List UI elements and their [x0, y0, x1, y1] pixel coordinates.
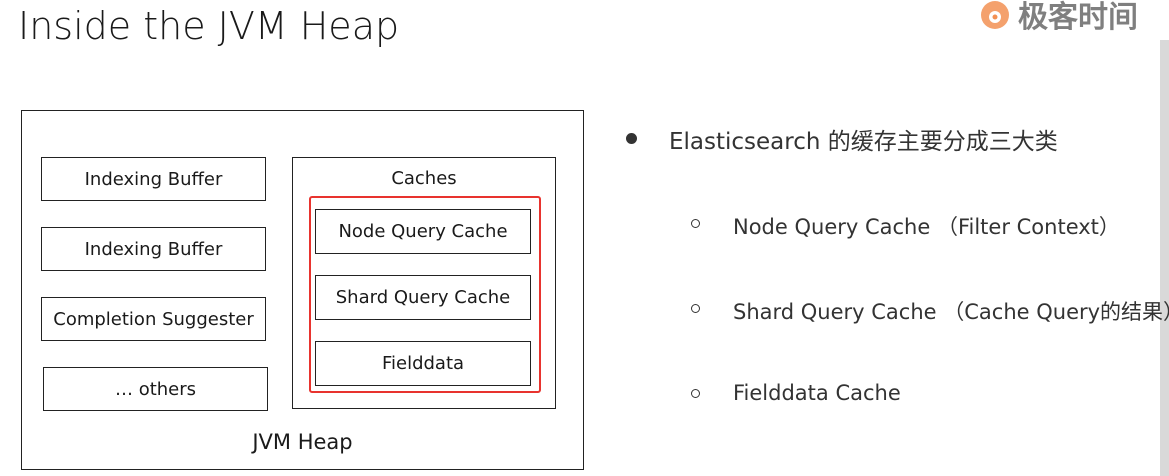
sub-bullet-ring-icon	[691, 389, 700, 398]
completion-suggester-box: Completion Suggester	[41, 297, 266, 341]
brand-logo: 极客时间	[978, 0, 1138, 35]
sub-bullet-shard-query-cache: Shard Query Cache （Cache Query的结果）	[733, 300, 1169, 324]
bullet-dot-icon	[626, 133, 637, 144]
indexing-buffer-box-1: Indexing Buffer	[41, 157, 266, 201]
logo-text: 极客时间	[1018, 0, 1138, 35]
jvm-heap-label: JVM Heap	[252, 430, 353, 454]
indexing-buffer-box-2: Indexing Buffer	[41, 227, 266, 271]
main-bullet-text: Elasticsearch 的缓存主要分成三大类	[669, 129, 1058, 155]
others-box: … others	[43, 367, 268, 411]
sub-bullet-ring-icon	[691, 304, 700, 313]
flame-logo-icon	[981, 1, 1009, 29]
sub-bullet-node-query-cache: Node Query Cache （Filter Context）	[733, 215, 1120, 239]
slide-title: Inside the JVM Heap	[18, 4, 400, 48]
highlight-frame	[309, 196, 541, 393]
scrollbar-track[interactable]	[1160, 40, 1169, 476]
caches-label: Caches	[391, 168, 457, 189]
sub-bullet-ring-icon	[691, 219, 700, 228]
sub-bullet-fielddata-cache: Fielddata Cache	[733, 381, 901, 405]
